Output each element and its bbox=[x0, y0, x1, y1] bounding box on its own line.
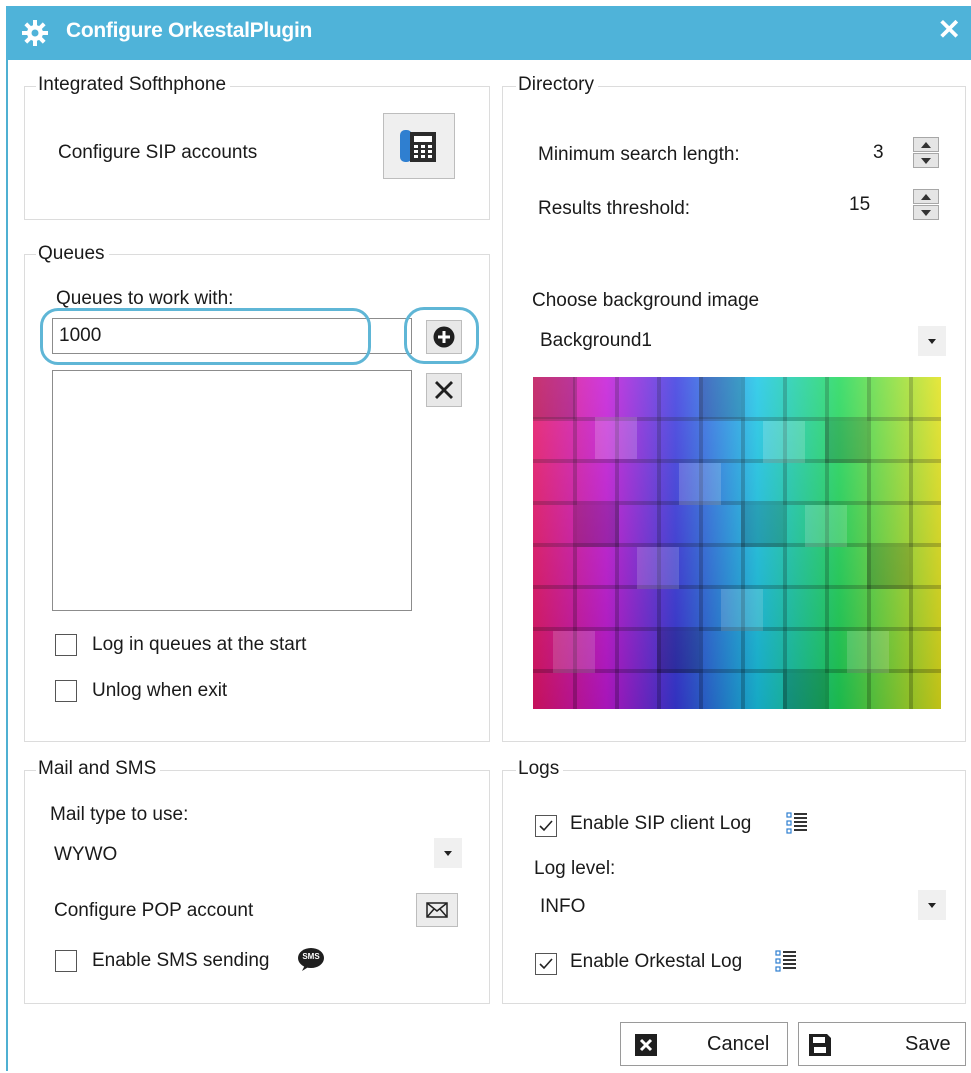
add-queue-button[interactable] bbox=[426, 320, 462, 354]
remove-queue-button[interactable] bbox=[426, 373, 462, 407]
directory-legend: Directory bbox=[516, 74, 599, 96]
mail-type-select[interactable]: WYWO bbox=[50, 836, 462, 870]
log-details-icon[interactable] bbox=[786, 811, 808, 835]
bg-image-value: Background1 bbox=[540, 330, 652, 351]
enable-sms-label: Enable SMS sending bbox=[92, 950, 270, 971]
mail-type-label: Mail type to use: bbox=[50, 804, 189, 825]
softphone-legend: Integrated Softhphone bbox=[36, 74, 231, 96]
login-queues-label: Log in queues at the start bbox=[92, 634, 307, 655]
results-threshold-down[interactable] bbox=[913, 205, 939, 220]
title-bar: Configure OrkestalPlugin ✕ bbox=[6, 6, 971, 60]
login-queues-checkbox[interactable] bbox=[55, 634, 77, 656]
bg-image-select[interactable]: Background1 bbox=[532, 322, 946, 358]
phone-calculator-icon bbox=[400, 130, 436, 162]
results-threshold-spinner[interactable] bbox=[913, 189, 941, 221]
configure-pop-button[interactable] bbox=[416, 893, 458, 927]
mail-type-value: WYWO bbox=[54, 844, 118, 865]
unlog-exit-checkbox[interactable] bbox=[55, 680, 77, 702]
cancel-label: Cancel bbox=[707, 1033, 770, 1055]
logs-legend: Logs bbox=[516, 758, 564, 780]
bg-image-preview bbox=[533, 377, 941, 709]
results-threshold-input[interactable] bbox=[842, 188, 908, 222]
enable-sip-log-label: Enable SIP client Log bbox=[570, 813, 752, 834]
cancel-icon bbox=[635, 1034, 657, 1056]
results-threshold-label: Results threshold: bbox=[538, 198, 691, 219]
chevron-down-icon bbox=[928, 903, 936, 908]
configure-pop-label: Configure POP account bbox=[54, 900, 254, 921]
configure-sip-label: Configure SIP accounts bbox=[58, 142, 258, 163]
plus-circle-icon bbox=[433, 326, 455, 348]
chevron-down-icon bbox=[928, 339, 936, 344]
log-level-label: Log level: bbox=[534, 858, 616, 879]
bg-image-label: Choose background image bbox=[532, 290, 760, 311]
save-icon bbox=[809, 1034, 831, 1056]
sms-icon: SMS bbox=[297, 948, 325, 971]
save-label: Save bbox=[905, 1033, 951, 1055]
queues-legend: Queues bbox=[36, 243, 109, 265]
chevron-down-icon bbox=[444, 851, 452, 856]
log-level-value: INFO bbox=[540, 896, 586, 917]
mail-sms-legend: Mail and SMS bbox=[36, 758, 161, 780]
cancel-button[interactable]: Cancel bbox=[620, 1022, 788, 1066]
min-search-input[interactable] bbox=[866, 136, 908, 170]
min-search-spinner[interactable] bbox=[913, 137, 941, 169]
gear-icon bbox=[22, 20, 48, 46]
delete-icon bbox=[435, 381, 453, 399]
queue-input[interactable] bbox=[52, 318, 412, 354]
save-button[interactable]: Save bbox=[798, 1022, 966, 1066]
queues-list[interactable] bbox=[52, 370, 412, 611]
enable-sip-log-checkbox[interactable] bbox=[535, 815, 557, 837]
configure-sip-button[interactable] bbox=[383, 113, 455, 179]
min-search-up[interactable] bbox=[913, 137, 939, 152]
check-icon bbox=[539, 820, 553, 832]
bg-image-dropdown[interactable] bbox=[918, 326, 946, 356]
log-details-icon[interactable] bbox=[775, 949, 797, 973]
enable-orkestal-log-label: Enable Orkestal Log bbox=[570, 951, 743, 972]
results-threshold-up[interactable] bbox=[913, 189, 939, 204]
log-level-select[interactable]: INFO bbox=[530, 888, 946, 922]
mail-icon bbox=[426, 902, 448, 918]
mail-type-dropdown[interactable] bbox=[434, 838, 462, 868]
log-level-dropdown[interactable] bbox=[918, 890, 946, 920]
min-search-down[interactable] bbox=[913, 153, 939, 168]
queues-work-label: Queues to work with: bbox=[56, 288, 234, 309]
window-title: Configure OrkestalPlugin bbox=[66, 19, 312, 42]
unlog-exit-label: Unlog when exit bbox=[92, 680, 228, 701]
min-search-label: Minimum search length: bbox=[538, 144, 740, 165]
enable-sms-checkbox[interactable] bbox=[55, 950, 77, 972]
enable-orkestal-log-checkbox[interactable] bbox=[535, 953, 557, 975]
check-icon bbox=[539, 958, 553, 970]
close-icon[interactable]: ✕ bbox=[938, 15, 961, 45]
sms-badge-text: SMS bbox=[302, 952, 320, 961]
